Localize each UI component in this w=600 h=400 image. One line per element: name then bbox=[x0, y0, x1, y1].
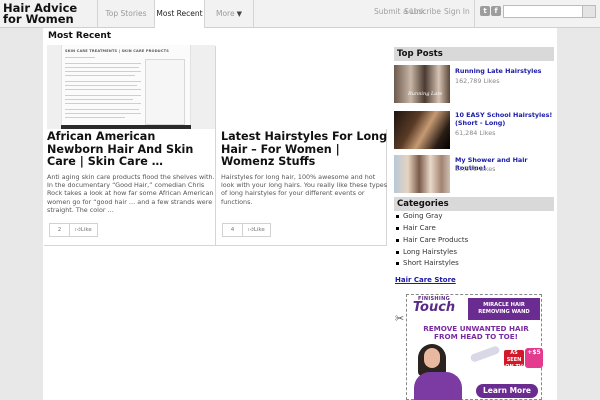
post-divider bbox=[215, 46, 216, 245]
ad-brand-logo: FINISHING Touch bbox=[411, 296, 457, 314]
post-excerpt: Hairstyles for long hair, 100% awesome a… bbox=[221, 172, 388, 206]
like-button[interactable]: 4 👍︎Like bbox=[222, 223, 271, 237]
tab-more[interactable]: More ▼ bbox=[205, 0, 253, 28]
text-line bbox=[65, 71, 141, 72]
thumb-header: SKIN CARE TREATMENTS | SKIN CARE PRODUCT… bbox=[65, 49, 169, 53]
post-title[interactable]: African American Newborn Hair And Skin C… bbox=[47, 130, 215, 169]
category-link[interactable]: Short Hairstyles bbox=[396, 259, 459, 267]
thumb-sidebar bbox=[145, 59, 185, 125]
thumb-footer-bar bbox=[61, 125, 191, 129]
post-excerpt: Anti aging skin care products flood the … bbox=[47, 172, 215, 215]
top-nav: Hair Advice for Women Top Stories Most R… bbox=[0, 0, 600, 28]
text-line bbox=[65, 85, 137, 86]
search-input[interactable] bbox=[503, 5, 583, 18]
top-post-title[interactable]: 10 EASY School Hairstyles! (Short - Long… bbox=[455, 111, 555, 127]
top-posts-heading: Top Posts bbox=[394, 47, 554, 61]
nav-divider bbox=[474, 0, 475, 28]
text-line bbox=[65, 109, 139, 110]
top-post-likes: 162,789 Likes bbox=[455, 77, 500, 85]
text-line bbox=[65, 81, 141, 82]
category-link[interactable]: Hair Care bbox=[396, 224, 436, 232]
text-line bbox=[65, 89, 141, 90]
ad-brand-big: Touch bbox=[412, 300, 456, 315]
post-card: SKIN CARE TREATMENTS | SKIN CARE PRODUCT… bbox=[47, 45, 215, 215]
as-seen-on-tv-badge: AS SEEN ON TV bbox=[504, 350, 524, 370]
like-label: 👍︎Like bbox=[70, 224, 97, 236]
ad-wand-banner: MIRACLE HAIR REMOVING WAND bbox=[468, 298, 540, 320]
categories-heading: Categories bbox=[394, 197, 554, 211]
ad-model-body bbox=[414, 372, 462, 400]
text-line bbox=[65, 63, 141, 64]
like-count: 2 bbox=[50, 224, 70, 236]
post-card: Latest Hairstyles For Long Hair – For Wo… bbox=[221, 45, 389, 206]
ad-banner[interactable]: ✂ FINISHING Touch MIRACLE HAIR REMOVING … bbox=[394, 288, 554, 400]
like-label: 👍︎Like bbox=[243, 224, 270, 236]
ad-headline: REMOVE UNWANTED HAIR FROM HEAD TO TOE! bbox=[423, 324, 529, 341]
text-line bbox=[65, 99, 133, 100]
top-post-title[interactable]: Running Late Hairstyles bbox=[455, 67, 555, 75]
caret-down-icon: ▼ bbox=[236, 10, 242, 18]
sign-in-link[interactable]: Sign In bbox=[444, 0, 470, 28]
like-text: Like bbox=[253, 227, 265, 233]
top-post-thumbnail[interactable]: Running Late bbox=[394, 65, 450, 103]
top-post-thumbnail[interactable] bbox=[394, 155, 450, 193]
text-line bbox=[65, 67, 139, 68]
text-line bbox=[65, 103, 141, 104]
post-title[interactable]: Latest Hairstyles For Long Hair – For Wo… bbox=[221, 130, 389, 169]
thumb-caption: Running Late bbox=[408, 91, 443, 97]
like-button[interactable]: 2 👍︎Like bbox=[49, 223, 98, 237]
scissors-icon: ✂ bbox=[395, 312, 405, 325]
top-post-likes: 57,575 Likes bbox=[455, 165, 496, 173]
text-line bbox=[65, 113, 141, 114]
post-thumbnail[interactable] bbox=[221, 45, 389, 129]
learn-more-button[interactable]: Learn More bbox=[476, 384, 538, 398]
site-title[interactable]: Hair Advice for Women bbox=[3, 2, 95, 25]
facebook-icon[interactable]: f bbox=[491, 6, 501, 16]
tab-top-stories[interactable]: Top Stories bbox=[98, 0, 154, 28]
category-link[interactable]: Long Hairstyles bbox=[396, 248, 457, 256]
tab-most-recent[interactable]: Most Recent bbox=[155, 0, 204, 28]
search-button[interactable] bbox=[583, 5, 596, 18]
like-text: Like bbox=[80, 227, 92, 233]
top-post-likes: 61,284 Likes bbox=[455, 129, 496, 137]
text-line bbox=[65, 95, 141, 96]
twitter-icon[interactable]: t bbox=[480, 6, 490, 16]
text-line bbox=[65, 75, 135, 76]
nav-divider bbox=[253, 0, 254, 28]
ad-model-face bbox=[424, 348, 440, 368]
top-post-thumbnail[interactable] bbox=[394, 111, 450, 149]
text-line bbox=[65, 117, 125, 118]
category-link[interactable]: Going Gray bbox=[396, 212, 443, 220]
price-badge: +$5 bbox=[525, 348, 543, 368]
tab-more-label: More bbox=[216, 9, 235, 18]
subscribe-link[interactable]: Subscribe bbox=[401, 0, 441, 28]
category-link[interactable]: Hair Care Products bbox=[396, 236, 468, 244]
like-count: 4 bbox=[223, 224, 243, 236]
post-thumbnail[interactable]: SKIN CARE TREATMENTS | SKIN CARE PRODUCT… bbox=[47, 45, 215, 129]
hair-care-store-link[interactable]: Hair Care Store bbox=[395, 276, 456, 284]
section-title: Most Recent bbox=[48, 31, 112, 41]
text-line bbox=[65, 57, 95, 58]
row-divider bbox=[44, 245, 386, 246]
